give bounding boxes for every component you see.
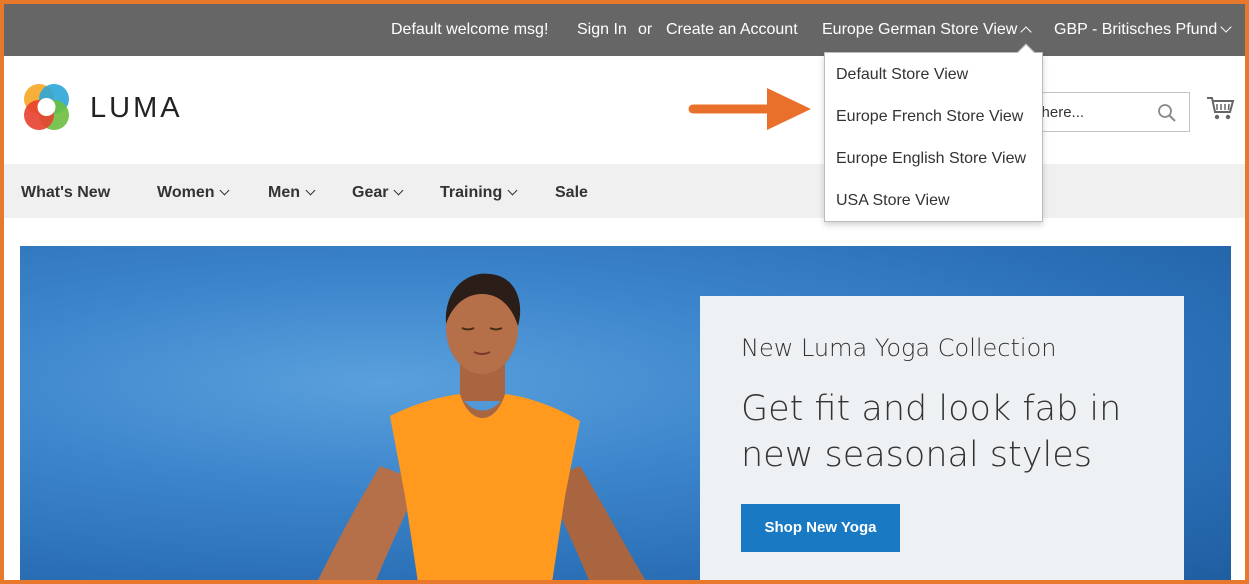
store-option-default[interactable]: Default Store View <box>836 66 968 84</box>
nav-item-label: Gear <box>352 184 389 201</box>
nav-item-label: Women <box>157 184 215 201</box>
nav-item-women[interactable]: Women <box>157 184 230 202</box>
store-switcher-label: Europe German Store View <box>822 21 1018 38</box>
logo-text[interactable]: LUMA <box>90 92 183 125</box>
nav-item-whats-new[interactable]: What's New <box>21 184 110 202</box>
nav-item-sale[interactable]: Sale <box>555 184 588 202</box>
create-account-link[interactable]: Create an Account <box>666 21 798 39</box>
hero-banner: New Luma Yoga Collection Get fit and loo… <box>20 246 1231 580</box>
store-dropdown: Default Store View Europe French Store V… <box>824 43 1043 222</box>
nav-item-gear[interactable]: Gear <box>352 184 404 202</box>
chevron-down-icon <box>220 185 230 196</box>
luma-logo-icon[interactable] <box>19 80 73 134</box>
search-icon[interactable] <box>1157 103 1177 123</box>
or-text: or <box>638 21 653 38</box>
store-option-europe-english[interactable]: Europe English Store View <box>836 150 1026 168</box>
currency-switcher[interactable]: GBP - Britisches Pfund <box>1054 21 1232 39</box>
store-option-usa[interactable]: USA Store View <box>836 192 950 210</box>
chevron-down-icon <box>1220 21 1232 33</box>
nav-item-label: Sale <box>555 184 588 201</box>
shop-new-yoga-button[interactable]: Shop New Yoga <box>741 504 900 552</box>
chevron-up-icon <box>1020 26 1033 38</box>
promo-title: Get fit and look fab in new seasonal sty… <box>741 389 1122 475</box>
arrow-icon <box>688 88 811 130</box>
currency-label: GBP - Britisches Pfund <box>1054 21 1218 38</box>
nav-item-men[interactable]: Men <box>268 184 316 202</box>
chevron-down-icon <box>507 185 518 196</box>
page-frame: Default welcome msg! Sign In or Create a… <box>0 0 1249 584</box>
store-option-europe-french[interactable]: Europe French Store View <box>836 108 1023 126</box>
hero-image <box>318 273 646 580</box>
cart-icon[interactable] <box>1205 93 1235 123</box>
chevron-down-icon <box>394 185 404 196</box>
sign-in-link[interactable]: Sign In <box>577 21 627 39</box>
top-bar: Default welcome msg! Sign In or Create a… <box>4 4 1245 56</box>
store-switcher[interactable]: Europe German Store View <box>822 21 1033 39</box>
nav-item-label: Men <box>268 184 300 201</box>
promo-panel: New Luma Yoga Collection Get fit and loo… <box>700 296 1184 580</box>
promo-subtitle: New Luma Yoga Collection <box>741 334 1057 362</box>
nav-item-training[interactable]: Training <box>440 184 518 202</box>
welcome-message: Default welcome msg! <box>391 21 549 38</box>
nav-item-label: Training <box>440 184 503 201</box>
main-nav: What's New Women Men Gear Training Sale <box>4 164 1245 218</box>
nav-item-label: What's New <box>21 184 111 201</box>
chevron-down-icon <box>305 185 316 196</box>
